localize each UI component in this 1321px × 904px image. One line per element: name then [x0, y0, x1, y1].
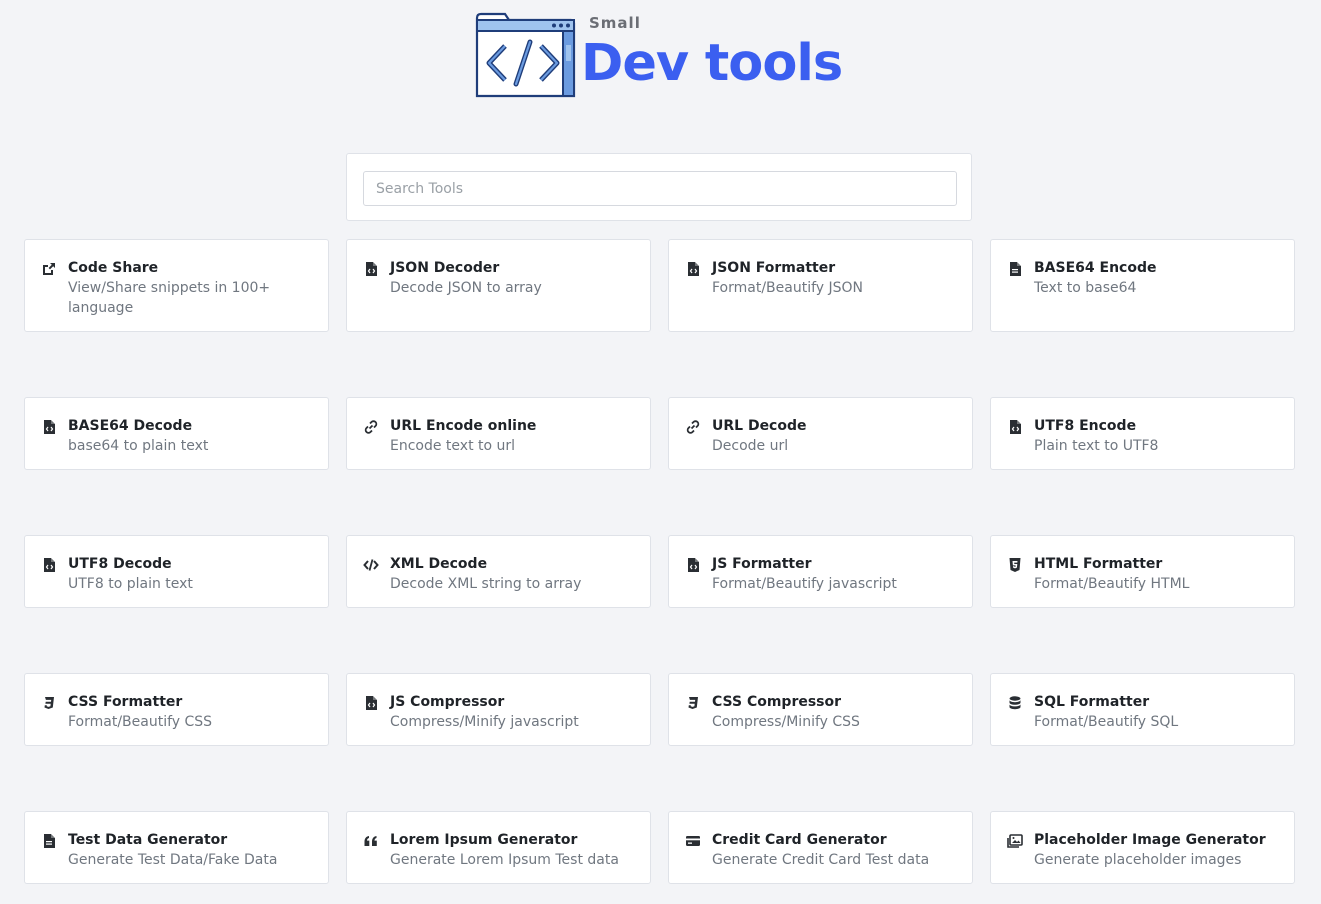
tool-title[interactable]: URL Decode: [712, 416, 960, 436]
tool-title[interactable]: Lorem Ipsum Generator: [390, 830, 638, 850]
tool-card[interactable]: JSON Decoder Decode JSON to array: [346, 239, 651, 332]
tool-title[interactable]: Code Share: [68, 258, 316, 278]
file-code-icon: [41, 557, 57, 573]
tool-title[interactable]: CSS Formatter: [68, 692, 316, 712]
logo[interactable]: Small Dev tools: [475, 12, 855, 102]
tool-title[interactable]: JSON Decoder: [390, 258, 638, 278]
file-code-icon: [363, 695, 379, 711]
tool-description: Generate placeholder images: [1034, 852, 1242, 868]
tool-title[interactable]: JSON Formatter: [712, 258, 960, 278]
file-code-icon: [685, 261, 701, 277]
tool-title[interactable]: UTF8 Encode: [1034, 416, 1282, 436]
file-text-icon: [1007, 261, 1023, 277]
tool-title[interactable]: Credit Card Generator: [712, 830, 960, 850]
share-square-icon: [41, 261, 57, 277]
tool-description: Text to base64: [1034, 280, 1137, 296]
tool-card[interactable]: Lorem Ipsum Generator Generate Lorem Ipsu…: [346, 811, 651, 884]
tool-card[interactable]: CSS Compressor Compress/Minify CSS: [668, 673, 973, 746]
file-text-icon: [41, 833, 57, 849]
tool-title[interactable]: UTF8 Decode: [68, 554, 316, 574]
file-code-icon: [41, 419, 57, 435]
tool-card[interactable]: JS Compressor Compress/Minify javascript: [346, 673, 651, 746]
tool-title[interactable]: HTML Formatter: [1034, 554, 1282, 574]
css3-icon: [41, 695, 57, 711]
search-input[interactable]: [363, 171, 957, 206]
tool-card[interactable]: BASE64 Encode Text to base64: [990, 239, 1295, 332]
tool-title[interactable]: URL Encode online: [390, 416, 638, 436]
tool-title[interactable]: XML Decode: [390, 554, 638, 574]
logo-small-text: Small: [589, 14, 641, 32]
tool-description: Encode text to url: [390, 438, 516, 454]
tool-card[interactable]: URL Decode Decode url: [668, 397, 973, 470]
tool-card[interactable]: UTF8 Decode UTF8 to plain text: [24, 535, 329, 608]
tool-description: Plain text to UTF8: [1034, 438, 1159, 454]
credit-card-icon: [685, 833, 701, 849]
images-icon: [1007, 833, 1023, 849]
file-code-icon: [1007, 419, 1023, 435]
tool-description: UTF8 to plain text: [68, 576, 193, 592]
tool-card[interactable]: Credit Card Generator Generate Credit Car…: [668, 811, 973, 884]
tool-description: Generate Lorem Ipsum Test data: [390, 852, 619, 868]
tool-title[interactable]: JS Compressor: [390, 692, 638, 712]
tool-description: View/Share snippets in 100+ language: [68, 280, 271, 316]
tool-title[interactable]: Test Data Generator: [68, 830, 316, 850]
tool-card[interactable]: UTF8 Encode Plain text to UTF8: [990, 397, 1295, 470]
tool-description: Format/Beautify javascript: [712, 576, 897, 592]
tool-card[interactable]: JS Formatter Format/Beautify javascript: [668, 535, 973, 608]
tool-title[interactable]: JS Formatter: [712, 554, 960, 574]
quote-icon: [363, 833, 379, 849]
css3-icon: [685, 695, 701, 711]
tool-card[interactable]: SQL Formatter Format/Beautify SQL: [990, 673, 1295, 746]
tool-description: Generate Test Data/Fake Data: [68, 852, 278, 868]
database-icon: [1007, 695, 1023, 711]
tool-description: Decode url: [712, 438, 789, 454]
tool-card[interactable]: XML Decode Decode XML string to array: [346, 535, 651, 608]
tool-description: Format/Beautify SQL: [1034, 714, 1179, 730]
tool-description: Format/Beautify HTML: [1034, 576, 1190, 592]
tool-description: Decode XML string to array: [390, 576, 582, 592]
html5-icon: [1007, 557, 1023, 573]
file-code-icon: [685, 557, 701, 573]
logo-title: Dev tools: [581, 34, 843, 93]
tool-title[interactable]: BASE64 Decode: [68, 416, 316, 436]
tool-card[interactable]: JSON Formatter Format/Beautify JSON: [668, 239, 973, 332]
tool-description: Format/Beautify CSS: [68, 714, 213, 730]
tool-title[interactable]: Placeholder Image Generator: [1034, 830, 1282, 850]
tool-card[interactable]: URL Encode online Encode text to url: [346, 397, 651, 470]
tool-card[interactable]: BASE64 Decode base64 to plain text: [24, 397, 329, 470]
tool-title[interactable]: BASE64 Encode: [1034, 258, 1282, 278]
tool-description: base64 to plain text: [68, 438, 209, 454]
link-icon: [363, 419, 379, 435]
search-card: [346, 153, 972, 221]
file-code-icon: [363, 261, 379, 277]
link-icon: [685, 419, 701, 435]
tool-card[interactable]: CSS Formatter Format/Beautify CSS: [24, 673, 329, 746]
tool-description: Format/Beautify JSON: [712, 280, 864, 296]
tool-description: Decode JSON to array: [390, 280, 542, 296]
code-icon: [363, 557, 379, 573]
tool-card[interactable]: HTML Formatter Format/Beautify HTML: [990, 535, 1295, 608]
tool-description: Generate Credit Card Test data: [712, 852, 930, 868]
tool-description: Compress/Minify CSS: [712, 714, 860, 730]
code-window-logo-icon: [475, 12, 576, 98]
tool-card[interactable]: Test Data Generator Generate Test Data/Fa…: [24, 811, 329, 884]
tool-card[interactable]: Code Share View/Share snippets in 100+ la…: [24, 239, 329, 332]
tool-description: Compress/Minify javascript: [390, 714, 579, 730]
tool-title[interactable]: SQL Formatter: [1034, 692, 1282, 712]
tool-title[interactable]: CSS Compressor: [712, 692, 960, 712]
tool-card[interactable]: Placeholder Image Generator Generate plac…: [990, 811, 1295, 884]
